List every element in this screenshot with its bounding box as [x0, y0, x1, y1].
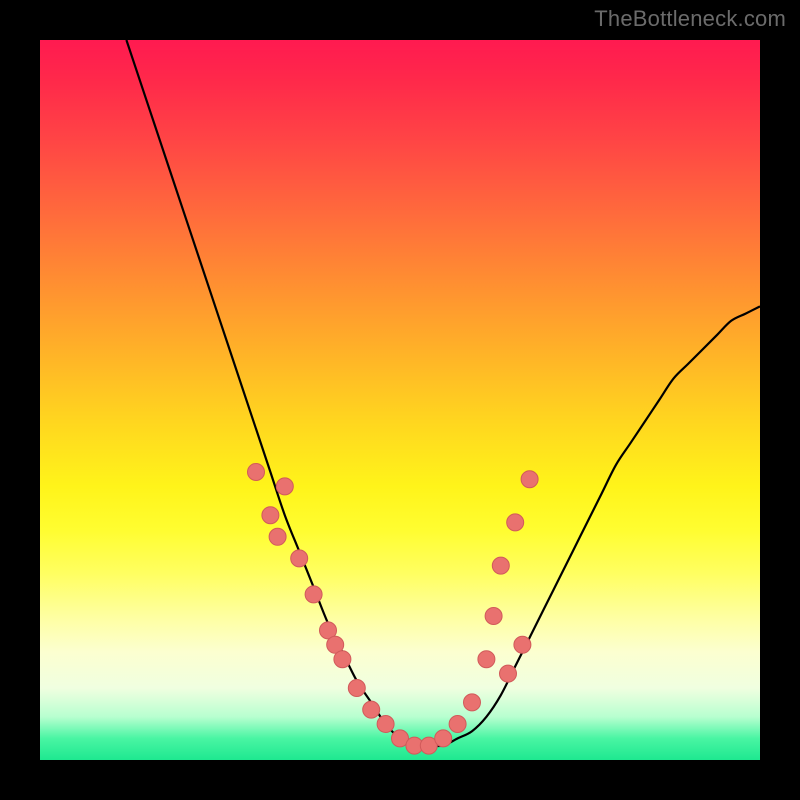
data-dot	[464, 694, 481, 711]
data-dot	[291, 550, 308, 567]
data-dot	[521, 471, 538, 488]
data-dot	[514, 636, 531, 653]
data-dot	[276, 478, 293, 495]
data-dot	[334, 651, 351, 668]
data-dot	[377, 716, 394, 733]
data-dots	[248, 464, 539, 755]
bottleneck-curve	[126, 40, 760, 746]
data-dot	[478, 651, 495, 668]
data-dot	[348, 680, 365, 697]
data-dot	[435, 730, 452, 747]
data-dot	[305, 586, 322, 603]
plot-area	[40, 40, 760, 760]
data-dot	[269, 528, 286, 545]
data-dot	[507, 514, 524, 531]
data-dot	[449, 716, 466, 733]
data-dot	[500, 665, 517, 682]
curve-svg	[40, 40, 760, 760]
data-dot	[485, 608, 502, 625]
data-dot	[262, 507, 279, 524]
chart-frame: TheBottleneck.com	[0, 0, 800, 800]
watermark-text: TheBottleneck.com	[594, 6, 786, 32]
data-dot	[492, 557, 509, 574]
data-dot	[248, 464, 265, 481]
data-dot	[363, 701, 380, 718]
